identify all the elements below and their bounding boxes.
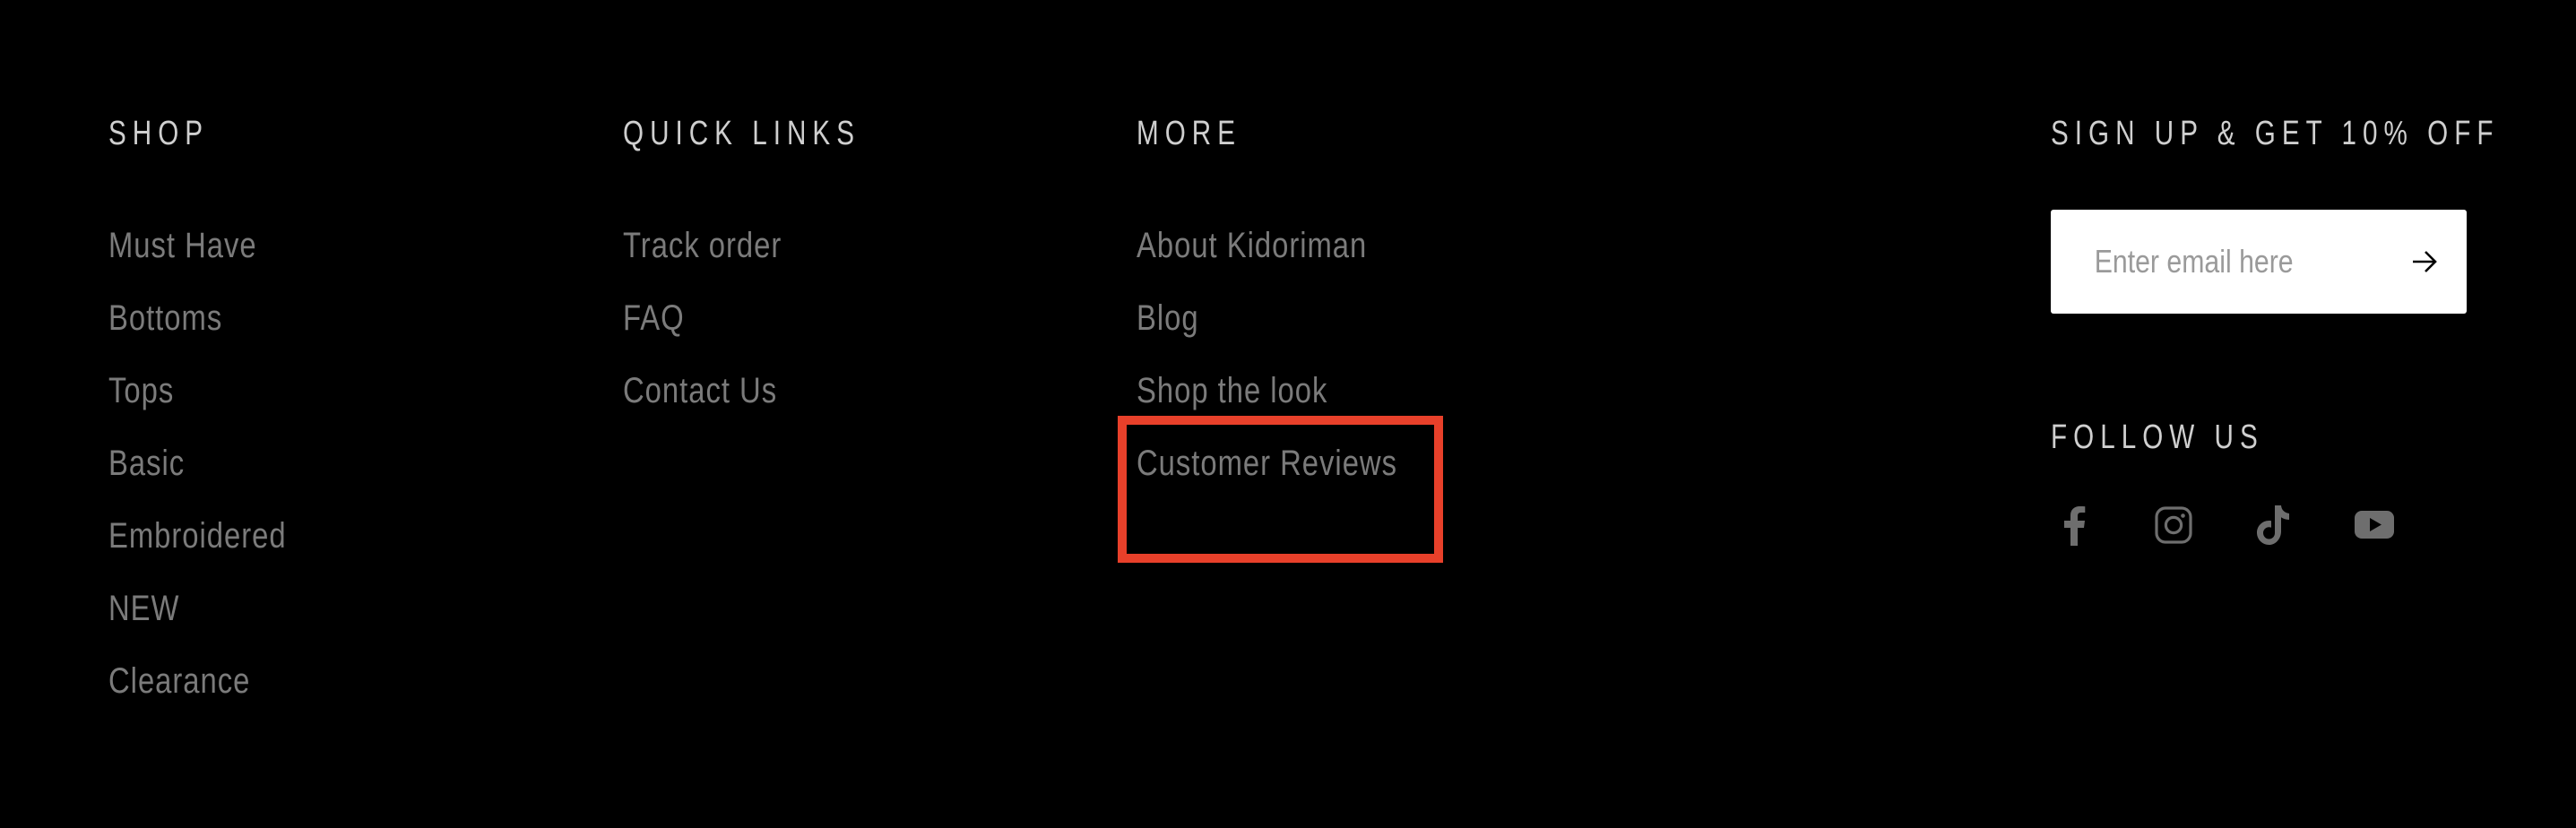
social-links [2051, 502, 2427, 548]
link-basic[interactable]: Basic [108, 440, 185, 487]
facebook-link[interactable] [2051, 502, 2097, 548]
facebook-icon [2064, 506, 2086, 546]
list-item: Blog [1137, 295, 1455, 367]
link-bottoms[interactable]: Bottoms [108, 295, 222, 341]
email-input[interactable] [2051, 210, 2338, 314]
instagram-icon [2155, 506, 2192, 544]
list-item: NEW [108, 585, 325, 658]
quick-links-list: Track order FAQ Contact Us [623, 222, 817, 440]
list-item: Tops [108, 367, 325, 440]
youtube-link[interactable] [2351, 502, 2398, 548]
link-must-have[interactable]: Must Have [108, 222, 257, 269]
link-about-kidoriman[interactable]: About Kidoriman [1137, 222, 1367, 269]
more-heading: MORE [1137, 115, 1241, 152]
shop-links: Must Have Bottoms Tops Basic Embroidered… [108, 222, 325, 730]
instagram-link[interactable] [2150, 502, 2197, 548]
newsletter-form [2051, 210, 2467, 314]
list-item: FAQ [623, 295, 817, 367]
link-contact-us[interactable]: Contact Us [623, 367, 777, 414]
list-item: Contact Us [623, 367, 817, 440]
list-item: Clearance [108, 658, 325, 730]
arrow-right-icon [2413, 251, 2437, 272]
list-item: Bottoms [108, 295, 325, 367]
link-faq[interactable]: FAQ [623, 295, 685, 341]
link-embroidered[interactable]: Embroidered [108, 513, 287, 559]
youtube-icon [2355, 511, 2394, 539]
link-track-order[interactable]: Track order [623, 222, 782, 269]
tiktok-icon [2257, 505, 2289, 545]
link-tops[interactable]: Tops [108, 367, 174, 414]
list-item: Customer Reviews [1137, 440, 1455, 513]
list-item: Shop the look [1137, 367, 1455, 440]
link-clearance[interactable]: Clearance [108, 658, 250, 704]
more-links: About Kidoriman Blog Shop the look Custo… [1137, 222, 1455, 513]
link-shop-the-look[interactable]: Shop the look [1137, 367, 1327, 414]
follow-us-heading: FOLLOW US [2051, 418, 2264, 456]
shop-heading: SHOP [108, 115, 210, 152]
link-customer-reviews[interactable]: Customer Reviews [1137, 440, 1397, 487]
list-item: Embroidered [108, 513, 325, 585]
list-item: About Kidoriman [1137, 222, 1455, 295]
link-new[interactable]: NEW [108, 585, 179, 632]
list-item: Must Have [108, 222, 325, 295]
signup-heading: SIGN UP & GET 10% OFF [2051, 115, 2500, 152]
list-item: Basic [108, 440, 325, 513]
list-item: Track order [623, 222, 817, 295]
quick-links-heading: QUICK LINKS [623, 115, 860, 152]
subscribe-button[interactable] [2386, 210, 2467, 314]
tiktok-link[interactable] [2251, 502, 2297, 548]
link-blog[interactable]: Blog [1137, 295, 1199, 341]
